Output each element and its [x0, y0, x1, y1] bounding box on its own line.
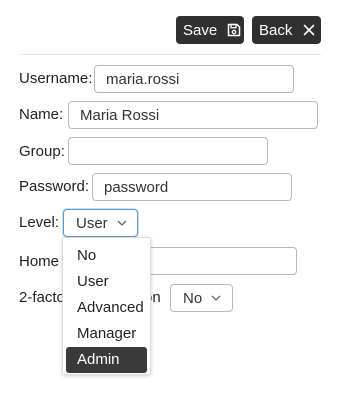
level-select-value: User — [76, 214, 108, 232]
back-button[interactable]: Back — [252, 16, 321, 44]
floppy-disk-icon — [227, 23, 241, 37]
chevron-down-icon — [117, 220, 127, 226]
username-label: Username: — [19, 70, 93, 87]
back-button-label: Back — [259, 21, 293, 39]
twofactor-label-left: 2-facto — [19, 289, 65, 306]
password-label: Password: — [19, 178, 90, 195]
name-label: Name: — [19, 106, 64, 123]
level-option[interactable]: User — [66, 269, 147, 295]
username-field[interactable] — [94, 65, 294, 93]
password-field[interactable] — [92, 173, 292, 201]
level-option[interactable]: Advanced — [66, 295, 147, 321]
level-option-highlighted[interactable]: Admin — [66, 347, 147, 373]
level-option[interactable]: Manager — [66, 321, 147, 347]
toolbar-divider — [19, 54, 321, 55]
level-label: Level: — [19, 214, 60, 231]
level-dropdown-menu: No User Advanced Manager Admin — [62, 237, 151, 375]
twofactor-select[interactable]: No — [170, 284, 233, 312]
level-option[interactable]: No — [66, 243, 147, 269]
home-field[interactable] — [140, 247, 297, 275]
name-field[interactable] — [68, 101, 318, 129]
save-button-label: Save — [183, 21, 218, 39]
group-field[interactable] — [68, 137, 268, 165]
group-label: Group: — [19, 143, 65, 160]
save-button[interactable]: Save — [176, 16, 244, 44]
chevron-down-icon — [211, 295, 221, 301]
level-select[interactable]: User — [63, 209, 138, 237]
close-icon — [303, 24, 315, 36]
twofactor-select-value: No — [183, 289, 203, 307]
